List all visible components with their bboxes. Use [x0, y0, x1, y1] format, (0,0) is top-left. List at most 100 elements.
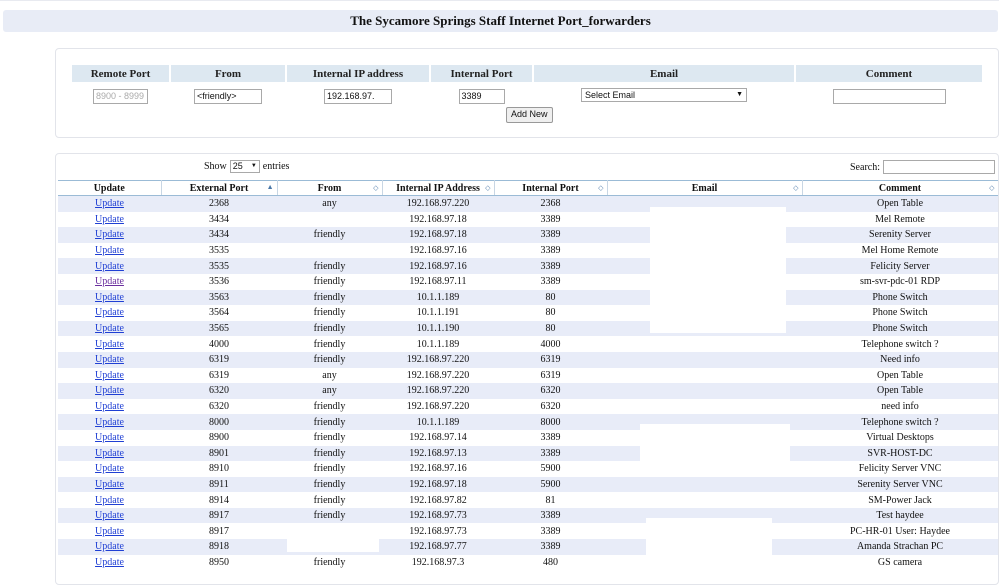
show-label: Show: [204, 161, 227, 172]
update-link[interactable]: Update: [95, 276, 124, 287]
internal-port-cell: 3389: [494, 507, 607, 524]
update-link[interactable]: Update: [95, 541, 124, 552]
col-from[interactable]: From ◇: [277, 180, 383, 196]
update-link[interactable]: Update: [95, 307, 124, 318]
update-link[interactable]: Update: [95, 448, 124, 459]
search-label: Search:: [850, 161, 880, 173]
update-link[interactable]: Update: [95, 401, 124, 412]
internal-ip-cell: 10.1.1.190: [382, 320, 494, 337]
update-cell: Update: [58, 242, 161, 259]
external-port-cell: 6320: [161, 398, 277, 415]
add-new-button[interactable]: Add New: [506, 107, 553, 123]
update-link[interactable]: Update: [95, 510, 124, 521]
update-link[interactable]: Update: [95, 198, 124, 209]
from-cell: any: [277, 195, 382, 212]
update-link[interactable]: Update: [95, 370, 124, 381]
table-row: Update 8000 friendly 10.1.1.189 8000 Telephon…: [58, 414, 998, 430]
internal-ip-cell: 192.168.97.3: [382, 554, 494, 571]
col-internal-ip[interactable]: Internal IP Address ◇: [382, 180, 495, 196]
comment-cell: SM-Power Jack: [802, 492, 998, 508]
internal-port-cell: 81: [494, 492, 607, 508]
update-link[interactable]: Update: [95, 339, 124, 350]
from-cell: friendly: [277, 289, 382, 306]
internal-port-cell: 5900: [494, 461, 607, 477]
update-link[interactable]: Update: [95, 354, 124, 365]
search-input[interactable]: [883, 160, 995, 174]
from-cell: friendly: [277, 507, 382, 524]
internal-ip-cell: 192.168.97.11: [382, 273, 494, 290]
internal-port-cell: 3389: [494, 242, 607, 259]
comment-cell: Felicity Server VNC: [802, 461, 998, 477]
update-link[interactable]: Update: [95, 385, 124, 396]
internal-port-cell: 5900: [494, 476, 607, 493]
external-port-cell: 3564: [161, 305, 277, 321]
external-port-cell: 3565: [161, 320, 277, 337]
update-link[interactable]: Update: [95, 557, 124, 568]
external-port-cell: 8918: [161, 539, 277, 555]
external-port-cell: 8914: [161, 492, 277, 508]
update-cell: Update: [58, 195, 161, 212]
update-cell: Update: [58, 461, 161, 477]
internal-port-input[interactable]: [458, 88, 505, 104]
external-port-cell: 2368: [161, 195, 277, 212]
update-link[interactable]: Update: [95, 214, 124, 225]
entries-length-control: Show 25 ▼ entries: [204, 160, 289, 173]
from-cell: any: [277, 367, 382, 384]
table-row: Update 3535 friendly 192.168.97.16 3389 Felic…: [58, 258, 998, 274]
update-link[interactable]: Update: [95, 495, 124, 506]
table-row: Update 6319 friendly 192.168.97.220 6319 Need…: [58, 351, 998, 368]
sort-both-icon: ◇: [485, 184, 491, 192]
col-internal-port[interactable]: Internal Port ◇: [494, 180, 608, 196]
update-cell: Update: [58, 336, 161, 352]
remote-port-input[interactable]: [93, 88, 148, 104]
col-email[interactable]: Email ◇: [607, 180, 803, 196]
sort-both-icon: ◇: [598, 184, 604, 192]
from-cell: friendly: [277, 429, 382, 446]
internal-ip-cell: 192.168.97.73: [382, 507, 494, 524]
update-link[interactable]: Update: [95, 229, 124, 240]
col-update[interactable]: Update: [58, 180, 162, 196]
table-row: Update 8917 friendly 192.168.97.73 3389 Test …: [58, 507, 998, 524]
external-port-cell: 4000: [161, 336, 277, 352]
table-row: Update 2368 any 192.168.97.220 2368 Open Tabl…: [58, 195, 998, 212]
from-cell: friendly: [277, 258, 382, 274]
entries-select[interactable]: 25 ▼: [229, 160, 260, 173]
email-cell: [607, 383, 802, 399]
comment-cell: Serenity Server VNC: [802, 476, 998, 493]
internal-ip-input[interactable]: [324, 88, 392, 104]
update-link[interactable]: Update: [95, 432, 124, 443]
comment-cell: Phone Switch: [802, 305, 998, 321]
table-body: Update 2368 any 192.168.97.220 2368 Open Tabl…: [58, 195, 998, 571]
header-from: From: [171, 65, 285, 82]
external-port-cell: 8911: [161, 476, 277, 493]
update-link[interactable]: Update: [95, 417, 124, 428]
comment-cell: sm-svr-pdc-01 RDP: [802, 273, 998, 290]
from-cell: any: [277, 383, 382, 399]
update-cell: Update: [58, 289, 161, 306]
update-link[interactable]: Update: [95, 245, 124, 256]
from-input[interactable]: [194, 88, 262, 104]
comment-input[interactable]: [832, 88, 946, 104]
update-link[interactable]: Update: [95, 292, 124, 303]
update-link[interactable]: Update: [95, 261, 124, 272]
internal-ip-cell: 192.168.97.18: [382, 211, 494, 228]
header-remote-port: Remote Port: [72, 65, 169, 82]
update-link[interactable]: Update: [95, 526, 124, 537]
email-cell: [607, 336, 802, 352]
update-link[interactable]: Update: [95, 479, 124, 490]
sort-both-icon: ◇: [793, 184, 799, 192]
from-cell: friendly: [277, 320, 382, 337]
table-row: Update 4000 friendly 10.1.1.189 4000 Telephon…: [58, 336, 998, 352]
email-cell: [607, 476, 802, 493]
external-port-cell: 8900: [161, 429, 277, 446]
comment-cell: Open Table: [802, 195, 998, 212]
email-select[interactable]: Select Email ▼: [581, 88, 747, 103]
col-comment[interactable]: Comment ◇: [802, 180, 998, 196]
update-link[interactable]: Update: [95, 463, 124, 474]
add-forwarder-form: Remote Port From Internal IP address Int…: [55, 48, 999, 138]
col-external-port[interactable]: External Port ▲: [161, 180, 278, 196]
update-link[interactable]: Update: [95, 323, 124, 334]
comment-cell: Amanda Strachan PC: [802, 539, 998, 555]
internal-port-cell: 6320: [494, 383, 607, 399]
update-cell: Update: [58, 445, 161, 462]
